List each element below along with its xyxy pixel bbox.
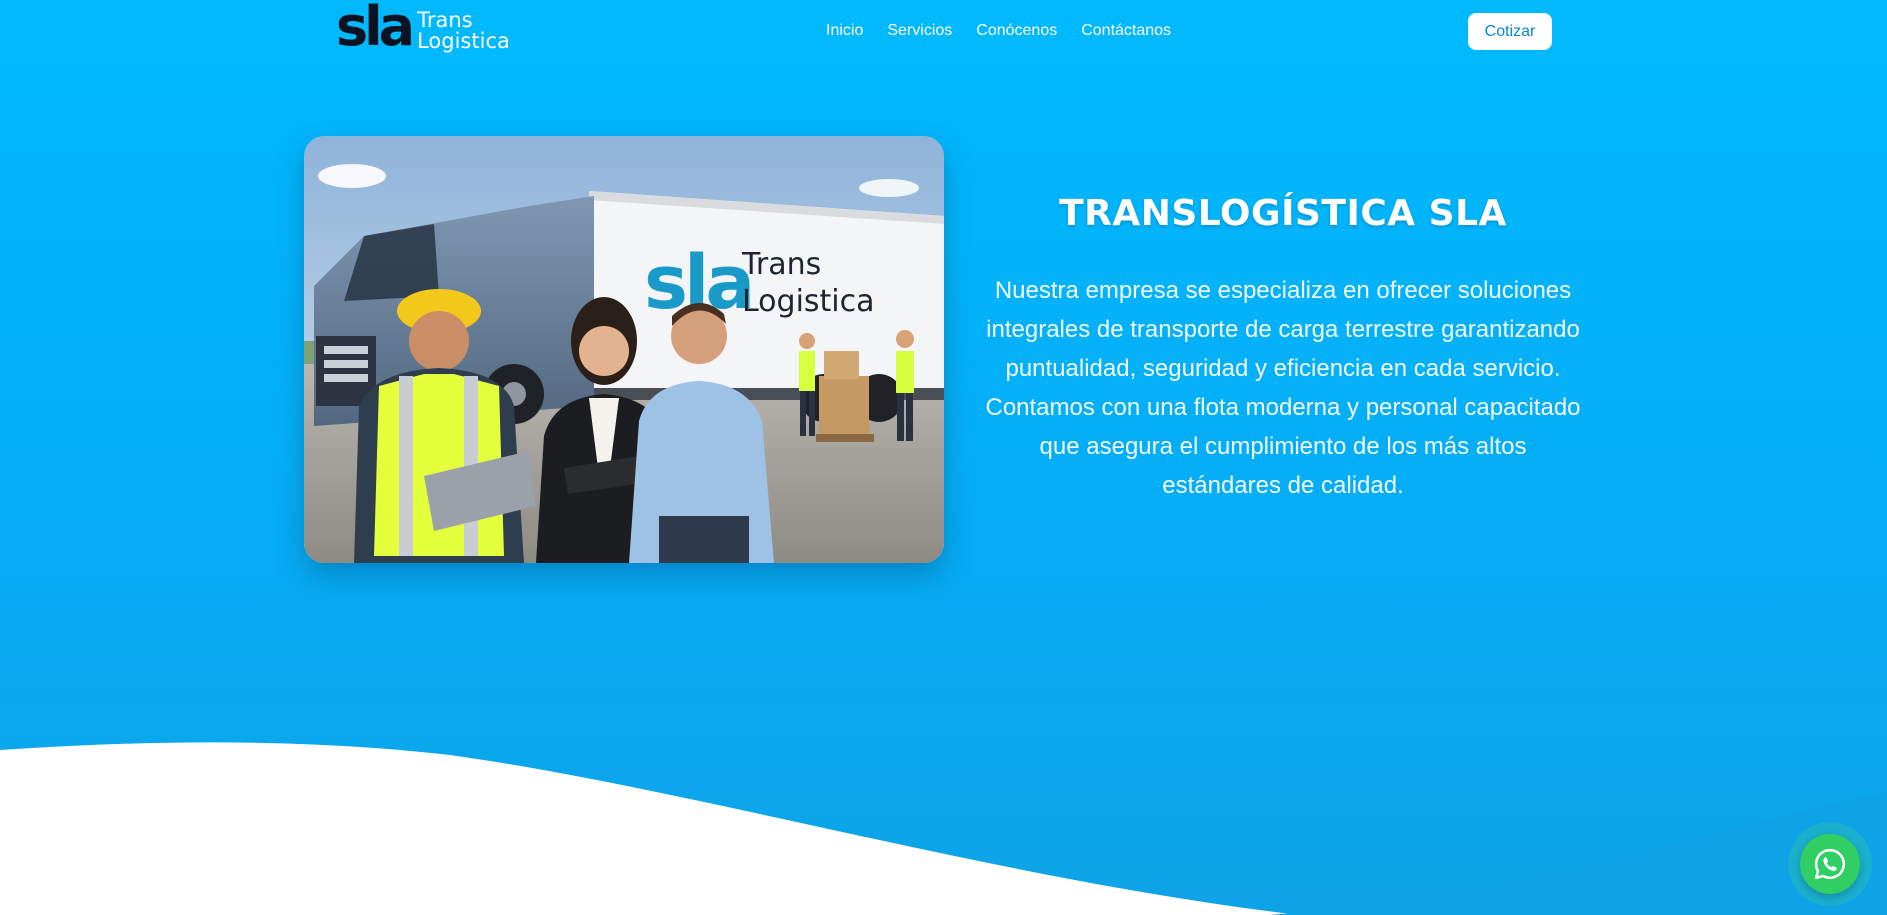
nav-item-contactanos[interactable]: Contáctanos <box>1081 22 1171 40</box>
hero-photo: sla Trans Logistica <box>304 136 944 563</box>
nav-links: Inicio Servicios Conócenos Contáctanos <box>826 22 1171 40</box>
truck-team-illustration: sla Trans Logistica <box>304 136 944 563</box>
intro-paragraph: Nuestra empresa se especializa en ofrece… <box>985 277 1581 499</box>
nav-item-servicios[interactable]: Servicios <box>887 22 952 40</box>
brand-logo[interactable]: sla Trans Logistica <box>336 0 510 57</box>
nav-item-conocenos[interactable]: Conócenos <box>976 22 1057 40</box>
trailer-logo-word-logistica: Logistica <box>742 284 875 319</box>
whatsapp-button[interactable] <box>1800 834 1860 894</box>
nav-item-inicio[interactable]: Inicio <box>826 22 863 40</box>
page-title: TRANSLOGÍSTICA SLA <box>1059 193 1507 234</box>
logo-word-trans: Trans <box>417 8 473 32</box>
hero-section: sla Trans Logistica Inicio Servicios Con… <box>0 0 1887 915</box>
intro-block: TRANSLOGÍSTICA SLA Nuestra empresa se es… <box>980 190 1586 505</box>
whatsapp-icon <box>1814 848 1846 880</box>
navbar: sla Trans Logistica Inicio Servicios Con… <box>0 0 1887 64</box>
logo-mark: sla <box>336 0 415 58</box>
logo-words: Trans Logistica <box>417 10 510 52</box>
wave-divider <box>0 742 1887 915</box>
logo-word-logistica: Logistica <box>417 29 510 53</box>
cotizar-button[interactable]: Cotizar <box>1468 13 1552 50</box>
trailer-logo-word-trans: Trans <box>741 247 821 282</box>
